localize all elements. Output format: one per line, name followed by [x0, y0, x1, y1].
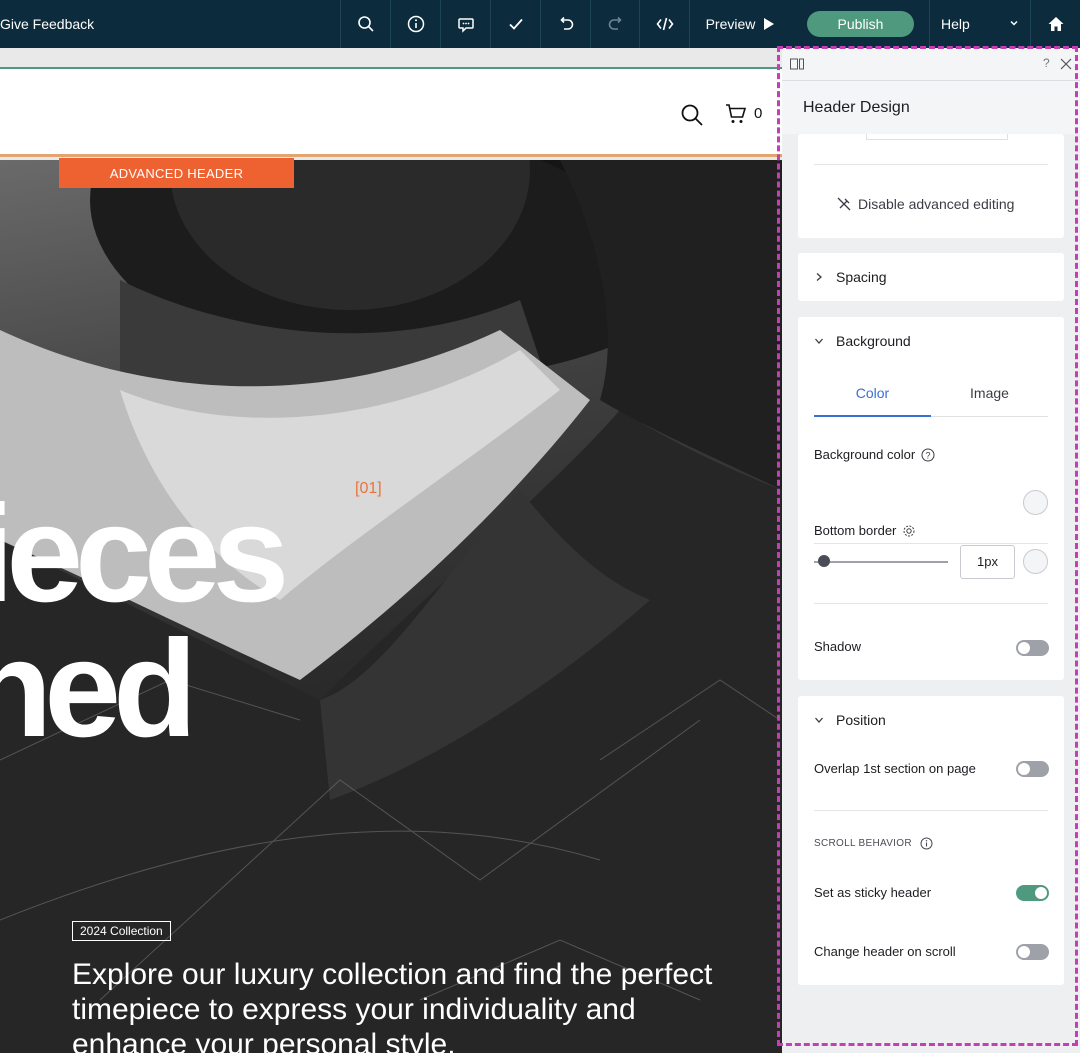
info-icon[interactable] [920, 837, 933, 850]
disable-edit-icon [837, 197, 851, 211]
background-section: Background Color Image Background color … [798, 317, 1064, 680]
cart-icon[interactable] [724, 102, 748, 126]
background-color-label: Background color [814, 447, 916, 462]
chevron-down-icon [815, 338, 823, 344]
tab-image[interactable]: Image [931, 377, 1048, 417]
shadow-row: Shadow [814, 639, 861, 654]
home-button[interactable] [1030, 0, 1080, 48]
divider [814, 164, 1048, 165]
hero-section[interactable]: [01] ieces hed 2024 Collection Explore o… [0, 160, 782, 1053]
background-header[interactable]: Background [814, 333, 911, 349]
background-title: Background [836, 333, 911, 349]
collection-badge[interactable]: 2024 Collection [72, 921, 171, 941]
overlap-label: Overlap 1st section on page [814, 761, 976, 776]
close-icon[interactable] [1060, 58, 1072, 70]
chevron-down-icon [1010, 20, 1018, 26]
bottom-border-row: Bottom border [814, 523, 916, 538]
cart-count: 0 [754, 105, 763, 122]
hero-headline-line-1[interactable]: ieces [0, 485, 289, 623]
section-index-label: [01] [355, 480, 382, 497]
shadow-toggle[interactable] [1016, 640, 1049, 656]
checkmark-icon [508, 18, 523, 30]
help-circle-icon[interactable]: ? [921, 448, 935, 462]
border-width-input[interactable]: 1px [960, 545, 1015, 579]
undo-icon [559, 16, 573, 30]
sticky-header-row: Set as sticky header [814, 885, 931, 900]
publish-button[interactable]: Publish [807, 11, 914, 37]
preview-label: Preview [705, 16, 756, 32]
tab-color[interactable]: Color [814, 377, 931, 417]
border-width-slider-handle[interactable] [818, 555, 830, 567]
spacing-title: Spacing [836, 269, 887, 285]
give-feedback-link[interactable]: Give Feedback [0, 0, 340, 48]
spacing-section[interactable]: Spacing [798, 253, 1064, 301]
advanced-editing-card: Disable advanced editing [798, 134, 1064, 238]
info-button[interactable] [390, 0, 440, 48]
search-icon[interactable] [680, 103, 704, 127]
shadow-label: Shadow [814, 639, 861, 654]
border-width-slider-track[interactable] [814, 561, 948, 563]
spacing-header[interactable]: Spacing [814, 269, 887, 285]
sticky-header-toggle[interactable] [1016, 885, 1049, 901]
redo-button[interactable] [590, 0, 640, 48]
dock-panel-icon[interactable] [790, 58, 804, 70]
info-icon [407, 15, 424, 33]
editor-topbar: Give Feedback Preview Publish Help [0, 0, 1080, 48]
panel-titlebar: Header Design [782, 81, 1080, 134]
hero-headline-line-2[interactable]: hed [0, 620, 197, 758]
bottom-border-label: Bottom border [814, 523, 897, 538]
position-title: Position [836, 712, 886, 728]
home-icon [1048, 17, 1063, 31]
code-icon [655, 17, 674, 31]
chevron-down-icon [815, 717, 823, 723]
panel-topbar: ? [782, 48, 1080, 81]
sticky-header-label: Set as sticky header [814, 885, 932, 900]
background-color-swatch[interactable] [1023, 490, 1048, 515]
disable-advanced-editing-label: Disable advanced editing [858, 196, 1015, 212]
editor-canvas[interactable]: 0 ADVANCED HEADER [01] ieces hed 2024 Co… [0, 48, 782, 1053]
gear-icon[interactable] [902, 524, 916, 538]
redo-icon [608, 16, 622, 30]
position-header[interactable]: Position [814, 712, 886, 728]
position-section: Position Overlap 1st section on page SCR… [798, 696, 1064, 985]
change-header-label: Change header on scroll [814, 944, 956, 959]
advanced-header-tag[interactable]: ADVANCED HEADER [59, 158, 294, 188]
undo-button[interactable] [540, 0, 590, 48]
background-color-row: Background color ? [814, 447, 935, 462]
help-label: Help [941, 16, 970, 32]
panel-help-button[interactable]: ? [1043, 56, 1050, 70]
divider [814, 810, 1048, 811]
hero-paragraph[interactable]: Explore our luxury collection and find t… [72, 957, 752, 1053]
divider [814, 603, 1048, 604]
chevron-right-icon [816, 273, 822, 281]
checklist-button[interactable] [490, 0, 540, 48]
dev-mode-button[interactable] [639, 0, 689, 48]
search-button[interactable] [340, 0, 390, 48]
panel-title: Header Design [803, 99, 910, 116]
change-header-row: Change header on scroll [814, 944, 956, 959]
scroll-behavior-label: SCROLL BEHAVIOR [814, 838, 912, 849]
help-menu[interactable]: Help [929, 0, 1030, 48]
comments-button[interactable] [440, 0, 490, 48]
header-design-panel: ? Header Design Disable advanced editing… [782, 48, 1080, 1053]
overlap-row: Overlap 1st section on page [814, 761, 976, 776]
search-icon [357, 16, 374, 32]
play-icon [764, 18, 775, 30]
scroll-behavior-caption: SCROLL BEHAVIOR [814, 837, 933, 850]
border-color-swatch[interactable] [1023, 549, 1048, 574]
divider [814, 543, 1048, 544]
site-header[interactable]: 0 [0, 67, 782, 157]
tabs-stub [866, 134, 1008, 140]
comment-icon [457, 18, 474, 33]
change-header-toggle[interactable] [1016, 944, 1049, 960]
overlap-toggle[interactable] [1016, 761, 1049, 777]
preview-button[interactable]: Preview [689, 0, 791, 48]
disable-advanced-editing-button[interactable]: Disable advanced editing [836, 196, 1014, 212]
svg-text:?: ? [926, 450, 931, 460]
